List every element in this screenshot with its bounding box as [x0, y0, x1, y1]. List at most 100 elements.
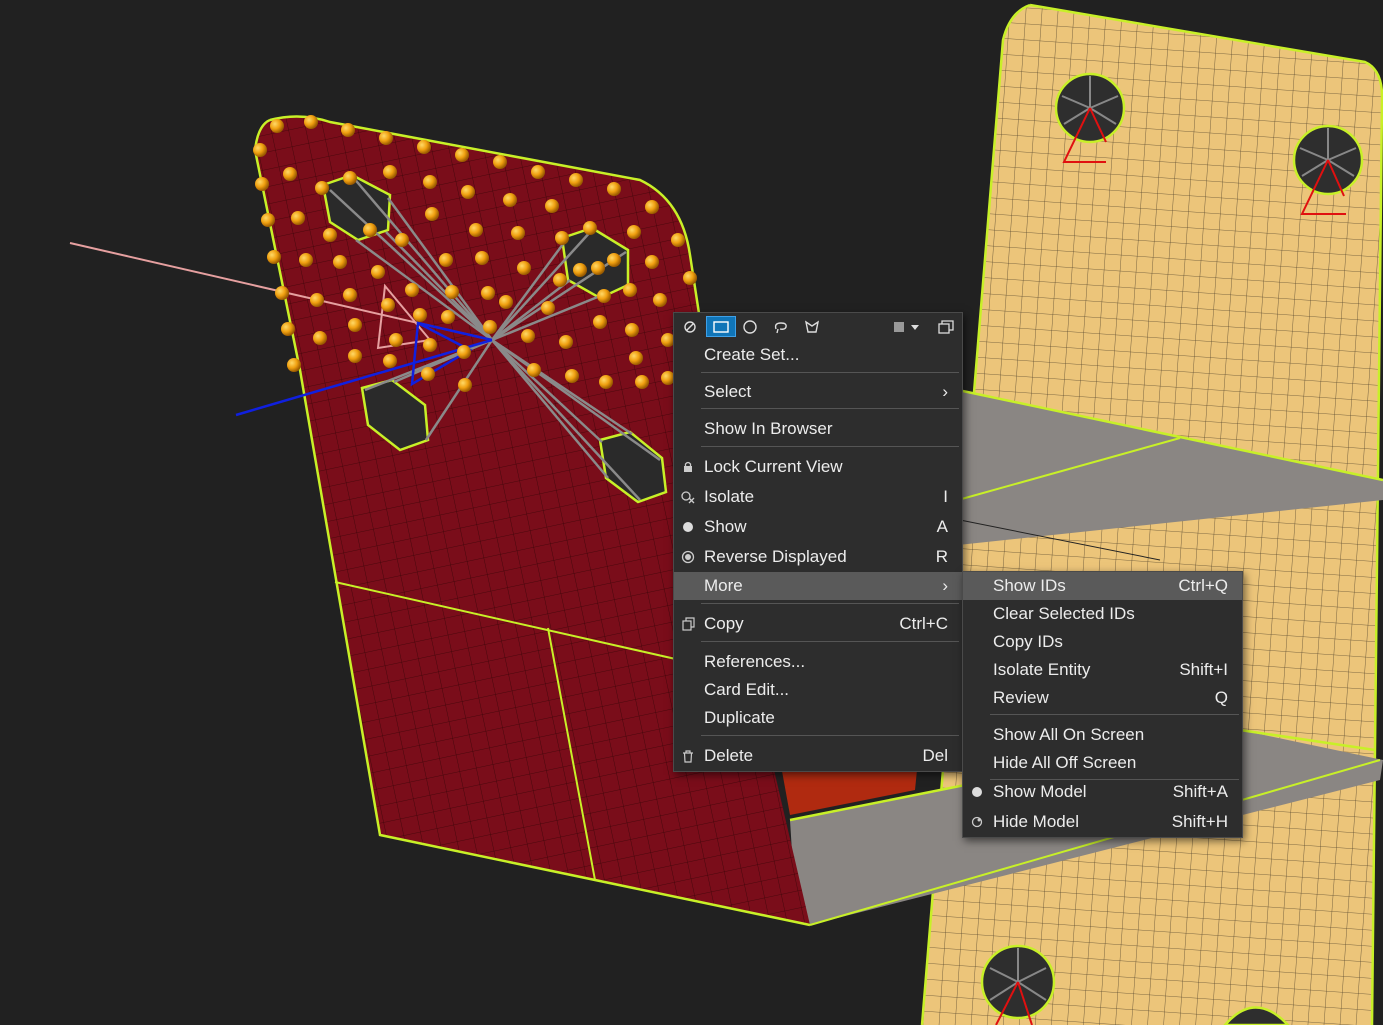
- submenu-item-hide-all-off-screen[interactable]: Hide All Off Screen: [963, 749, 1242, 777]
- circle-select-icon[interactable]: [738, 316, 762, 337]
- node-marker: [461, 185, 475, 199]
- submenu-item-copy-ids[interactable]: Copy IDs: [963, 628, 1242, 656]
- node-marker: [423, 175, 437, 189]
- menu-item-label: Card Edit...: [704, 680, 790, 699]
- context-menu: Create Set... Select › Show In Browser L…: [673, 312, 963, 772]
- node-marker: [583, 221, 597, 235]
- menu-item-label: Review: [993, 688, 1049, 707]
- menu-separator: [701, 372, 959, 373]
- node-marker: [593, 315, 607, 329]
- submenu-item-isolate-entity[interactable]: Isolate Entity Shift+I: [963, 656, 1242, 684]
- node-marker: [333, 255, 347, 269]
- menu-item-label: References...: [704, 652, 806, 671]
- node-marker: [363, 223, 377, 237]
- node-marker: [559, 335, 573, 349]
- node-marker: [417, 140, 431, 154]
- node-marker: [383, 354, 397, 368]
- shortcut: Del: [922, 746, 948, 765]
- lock-icon: [681, 460, 695, 474]
- menu-item-isolate[interactable]: Isolate I: [674, 483, 962, 511]
- menu-item-card-edit[interactable]: Card Edit...: [674, 676, 962, 704]
- hide-model-icon: [970, 815, 984, 829]
- node-marker: [383, 165, 397, 179]
- node-marker: [389, 333, 403, 347]
- menu-item-label: Show Model: [993, 782, 1087, 801]
- menu-item-label: Copy IDs: [993, 632, 1063, 651]
- menu-item-duplicate[interactable]: Duplicate: [674, 704, 962, 732]
- menu-item-lock-current-view[interactable]: Lock Current View: [674, 453, 962, 481]
- menu-item-create-set[interactable]: Create Set...: [674, 341, 962, 369]
- submenu-item-hide-model[interactable]: Hide Model Shift+H: [963, 808, 1242, 836]
- node-marker: [425, 207, 439, 221]
- menu-item-label: Delete: [704, 746, 754, 765]
- menu-item-show[interactable]: Show A: [674, 513, 962, 541]
- dropdown-icon[interactable]: [907, 316, 923, 337]
- node-marker: [304, 115, 318, 129]
- node-marker: [483, 320, 497, 334]
- menu-separator: [701, 641, 959, 642]
- menu-item-select[interactable]: Select ›: [674, 378, 962, 406]
- shortcut: A: [936, 517, 948, 536]
- node-marker: [281, 322, 295, 336]
- node-marker: [421, 367, 435, 381]
- more-submenu: Show IDs Ctrl+Q Clear Selected IDs Copy …: [962, 571, 1243, 838]
- node-marker: [517, 261, 531, 275]
- box-select-icon[interactable]: [706, 316, 736, 337]
- shortcut: I: [943, 487, 948, 506]
- menu-separator: [701, 408, 959, 409]
- node-marker: [445, 285, 459, 299]
- submenu-item-show-all-on-screen[interactable]: Show All On Screen: [963, 721, 1242, 749]
- node-marker: [527, 363, 541, 377]
- copy-window-icon[interactable]: [934, 316, 958, 337]
- trash-icon: [681, 749, 695, 763]
- node-marker: [275, 286, 289, 300]
- submenu-item-show-ids[interactable]: Show IDs Ctrl+Q: [963, 572, 1242, 600]
- node-marker: [343, 171, 357, 185]
- node-marker: [645, 255, 659, 269]
- node-marker: [623, 283, 637, 297]
- shortcut: Shift+H: [1171, 812, 1228, 831]
- menu-item-label: Select: [704, 382, 752, 401]
- lasso-select-icon[interactable]: [769, 316, 793, 337]
- node-marker: [493, 155, 507, 169]
- menu-item-copy[interactable]: Copy Ctrl+C: [674, 610, 962, 638]
- menu-item-delete[interactable]: Delete Del: [674, 742, 962, 770]
- menu-separator: [701, 446, 959, 447]
- menu-item-label: Lock Current View: [704, 457, 843, 476]
- node-marker: [315, 181, 329, 195]
- node-marker: [591, 261, 605, 275]
- node-marker: [255, 177, 269, 191]
- menu-separator: [701, 603, 959, 604]
- node-marker: [381, 298, 395, 312]
- node-marker: [481, 286, 495, 300]
- node-marker: [511, 226, 525, 240]
- node-marker: [645, 200, 659, 214]
- node-marker: [287, 358, 301, 372]
- node-marker: [413, 308, 427, 322]
- node-marker: [348, 318, 362, 332]
- node-marker: [607, 253, 621, 267]
- node-marker: [455, 148, 469, 162]
- node-marker: [270, 119, 284, 133]
- node-marker: [457, 345, 471, 359]
- node-marker: [545, 199, 559, 213]
- node-marker: [310, 293, 324, 307]
- shortcut: Shift+A: [1172, 782, 1228, 801]
- menu-item-label: Create Set...: [704, 345, 800, 364]
- menu-item-more[interactable]: More ›: [674, 572, 962, 600]
- shortcut: Shift+I: [1179, 660, 1228, 679]
- submenu-item-review[interactable]: Review Q: [963, 684, 1242, 712]
- node-marker: [599, 375, 613, 389]
- node-marker: [283, 167, 297, 181]
- submenu-item-show-model[interactable]: Show Model Shift+A: [963, 778, 1242, 806]
- polygon-select-icon[interactable]: [800, 316, 824, 337]
- node-marker: [423, 338, 437, 352]
- submenu-item-clear-selected-ids[interactable]: Clear Selected IDs: [963, 600, 1242, 628]
- menu-item-label: Reverse Displayed: [704, 547, 847, 566]
- unselect-icon[interactable]: [678, 316, 702, 337]
- shortcut: Ctrl+C: [899, 614, 948, 633]
- menu-item-references[interactable]: References...: [674, 648, 962, 676]
- node-marker: [607, 182, 621, 196]
- menu-item-show-in-browser[interactable]: Show In Browser: [674, 415, 962, 443]
- menu-item-reverse-displayed[interactable]: Reverse Displayed R: [674, 543, 962, 571]
